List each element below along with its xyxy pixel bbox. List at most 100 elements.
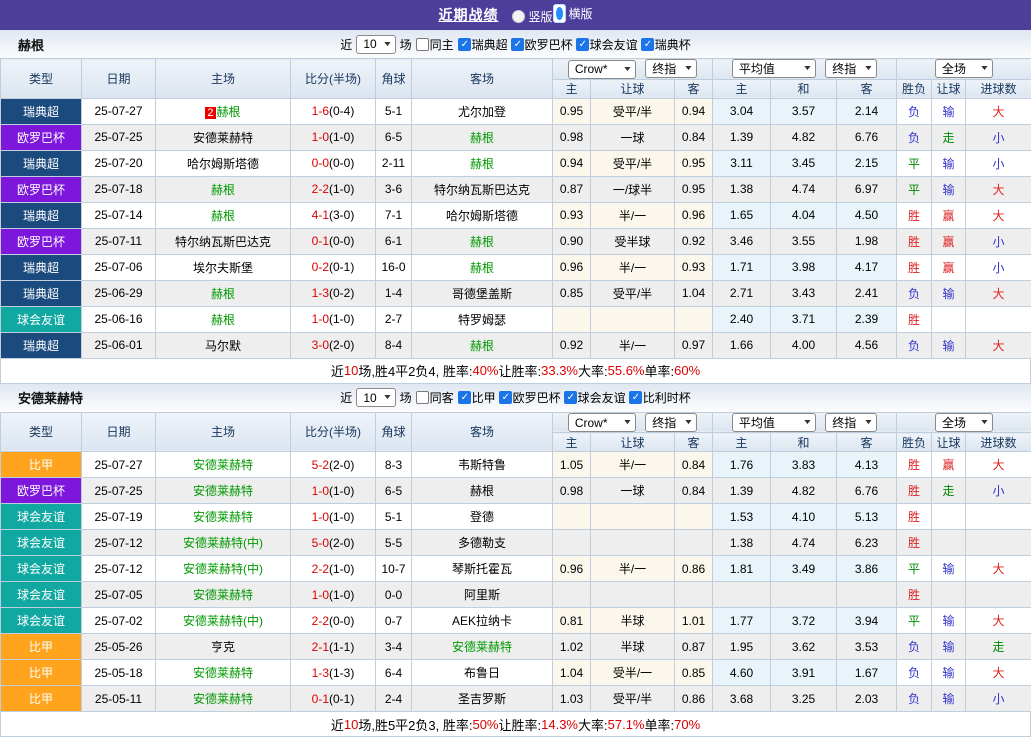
match-row: 瑞典超25-07-272赫根1-6(0-4)5-1尤尔加登0.95受平/半0.9… [1, 98, 1031, 124]
match-count-select[interactable]: 10 ▼ [356, 388, 395, 407]
chevron-down-icon: ▼ [684, 419, 694, 426]
date-cell: 25-07-19 [82, 504, 156, 530]
score-cell: 2-2(0-0) [291, 608, 376, 634]
odds-home-cell: 1.02 [553, 634, 591, 660]
handicap-result-cell: 输 [932, 634, 966, 660]
final-average-select[interactable]: 终指▼ [825, 413, 877, 432]
outcome-result-cell: 胜 [897, 582, 932, 608]
league-checkbox[interactable] [564, 391, 577, 404]
score-cell: 5-0(2-0) [291, 530, 376, 556]
average-odds-select[interactable]: 平均值▼ [732, 413, 816, 432]
results-table: 类型 日期 主场 比分(半场) 角球 客场 Crow*▼ 终指▼ 平均值▼ 终指… [0, 58, 1031, 359]
outcome-result-cell: 胜 [897, 452, 932, 478]
avg-away-cell: 4.17 [837, 254, 897, 280]
column-header-away: 客场 [412, 412, 553, 452]
type-badge: 瑞典超 [1, 202, 82, 228]
league-checkbox[interactable] [511, 38, 524, 51]
home-team-cell: 安德莱赫特 [156, 582, 291, 608]
near-label: 近 [340, 36, 352, 53]
odds-home-cell: 0.85 [553, 280, 591, 306]
avg-away-cell: 6.23 [837, 530, 897, 556]
subcol-header-odds-home: 主 [553, 433, 591, 452]
away-team-cell: 赫根 [412, 332, 553, 358]
league-checkbox[interactable] [576, 38, 589, 51]
halftime-score: (1-3) [329, 666, 354, 680]
radio-label: 横版 [569, 5, 593, 22]
date-cell: 25-05-18 [82, 660, 156, 686]
home-team-cell: 马尔默 [156, 332, 291, 358]
league-checkbox[interactable] [629, 391, 642, 404]
score-cell: 0-1(0-1) [291, 686, 376, 712]
date-cell: 25-07-18 [82, 176, 156, 202]
goals-result-cell: 大 [966, 452, 1031, 478]
same-venue-checkbox[interactable] [416, 391, 429, 404]
match-row: 欧罗巴杯25-07-25安德莱赫特1-0(1-0)6-5赫根0.98一球0.84… [1, 124, 1031, 150]
goals-result-cell: 走 [966, 634, 1031, 660]
away-team-cell: 布鲁日 [412, 660, 553, 686]
type-badge: 比甲 [1, 686, 82, 712]
select-value: 全场 [942, 60, 966, 77]
fulltime-scope-select[interactable]: 全场▼ [935, 413, 993, 432]
score-cell: 2-1(1-1) [291, 634, 376, 660]
handicap-cell: 半/一 [591, 556, 675, 582]
radio-vertical-layout[interactable]: 竖版 [512, 8, 552, 25]
fulltime-score: 0-0 [312, 156, 329, 170]
league-checkbox[interactable] [499, 391, 512, 404]
select-value: Crow* [575, 62, 608, 76]
odds-away-cell: 0.85 [675, 660, 713, 686]
crow-odds-group-header: Crow*▼ 终指▼ [553, 59, 713, 80]
odds-home-cell: 1.05 [553, 452, 591, 478]
column-header-type: 类型 [1, 412, 82, 452]
chevron-down-icon: ▼ [802, 419, 812, 426]
league-checkbox-label: 欧罗巴杯 [513, 389, 561, 406]
goals-result-cell: 大 [966, 202, 1031, 228]
league-checkbox[interactable] [458, 38, 471, 51]
crow-odds-select[interactable]: Crow*▼ [568, 60, 636, 79]
date-cell: 25-07-27 [82, 452, 156, 478]
same-venue-checkbox[interactable] [416, 38, 429, 51]
final-average-select[interactable]: 终指▼ [825, 59, 877, 78]
outcome-result-cell: 负 [897, 124, 932, 150]
avg-away-cell: 2.14 [837, 98, 897, 124]
away-team-cell: 哥德堡盖斯 [412, 280, 553, 306]
odds-home-cell: 0.94 [553, 150, 591, 176]
summary-text: 40% [472, 363, 498, 378]
match-count-select[interactable]: 10 ▼ [356, 35, 395, 54]
halftime-score: (0-1) [329, 692, 354, 706]
avg-away-cell: 2.39 [837, 306, 897, 332]
odds-away-cell: 0.93 [675, 254, 713, 280]
league-checkbox[interactable] [641, 38, 654, 51]
goals-result-cell: 小 [966, 124, 1031, 150]
match-filter: 近 10 ▼ 场 同主 瑞典超欧罗巴杯球会友谊瑞典杯 [340, 35, 690, 54]
league-checkbox-label: 瑞典杯 [655, 36, 691, 53]
halftime-score: (2-0) [329, 536, 354, 550]
league-filter-item: 球会友谊 [564, 389, 626, 406]
outcome-result-cell: 胜 [897, 306, 932, 332]
final-odds-select[interactable]: 终指▼ [645, 413, 697, 432]
avg-away-cell: 2.03 [837, 686, 897, 712]
final-odds-select[interactable]: 终指▼ [645, 59, 697, 78]
fulltime-score: 1-3 [312, 666, 329, 680]
crow-odds-select[interactable]: Crow*▼ [568, 413, 636, 432]
avg-home-cell: 4.60 [713, 660, 771, 686]
avg-draw-cell [771, 582, 837, 608]
away-team-cell: 特尔纳瓦斯巴达克 [412, 176, 553, 202]
outcome-result-cell: 平 [897, 608, 932, 634]
avg-draw-cell: 4.82 [771, 478, 837, 504]
corner-cell: 10-7 [376, 556, 412, 582]
average-odds-select[interactable]: 平均值▼ [732, 59, 816, 78]
radio-horizontal-layout[interactable]: 横版 [553, 4, 593, 23]
team-name: 赫根 [18, 35, 44, 54]
same-venue-label: 同主 [430, 36, 454, 53]
handicap-result-cell: 走 [932, 124, 966, 150]
select-value: 全场 [942, 414, 966, 431]
home-team-cell: 哈尔姆斯塔德 [156, 150, 291, 176]
goals-result-cell [966, 530, 1031, 556]
score-cell: 0-0(0-0) [291, 150, 376, 176]
league-checkbox[interactable] [458, 391, 471, 404]
avg-away-cell [837, 582, 897, 608]
summary-text: 33.3% [541, 363, 578, 378]
outcome-result-cell: 负 [897, 98, 932, 124]
home-team-cell: 2赫根 [156, 98, 291, 124]
fulltime-scope-select[interactable]: 全场▼ [935, 59, 993, 78]
